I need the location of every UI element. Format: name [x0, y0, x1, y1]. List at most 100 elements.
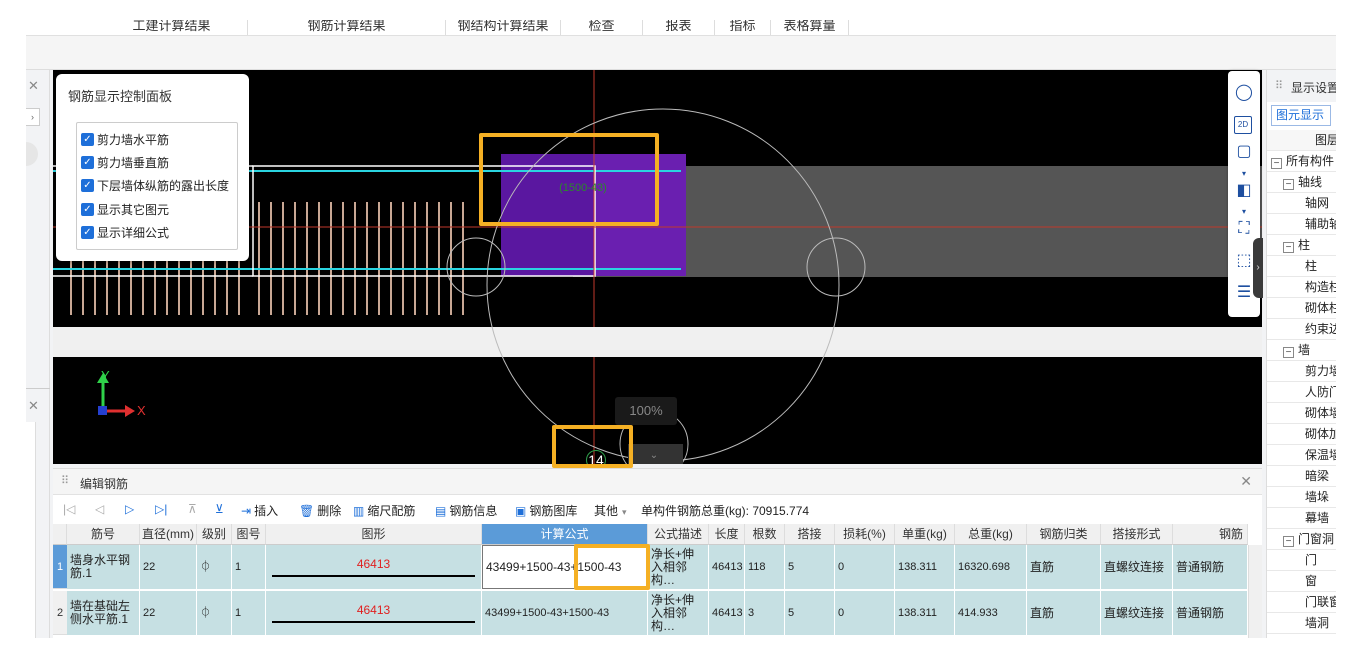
- cell-grade[interactable]: ⏀: [197, 545, 232, 589]
- expand-arrow-icon[interactable]: ›: [26, 108, 40, 126]
- cell-grade[interactable]: ⏀: [197, 591, 232, 635]
- tree-item[interactable]: − 所有构件: [1267, 151, 1336, 172]
- row-number[interactable]: 2: [53, 591, 67, 635]
- cell-formula-desc[interactable]: 净长+伸入相邻构…: [648, 545, 709, 589]
- drag-handle-icon[interactable]: ⠿: [1275, 79, 1283, 92]
- cell-lap-type[interactable]: 直螺纹连接: [1101, 545, 1173, 589]
- collapse-toggle-icon[interactable]: −: [1283, 242, 1294, 253]
- sphere-view-icon[interactable]: ◯: [1234, 83, 1254, 103]
- collapse-right-icon[interactable]: ›: [1253, 238, 1263, 298]
- cell-formula-desc[interactable]: 净长+伸入相邻构…: [648, 591, 709, 635]
- tree-item[interactable]: 构造柱: [1267, 277, 1336, 298]
- menu-index[interactable]: 指标: [715, 20, 771, 35]
- col-header-diameter[interactable]: 直径(mm): [140, 524, 197, 545]
- tree-item[interactable]: 门: [1267, 550, 1336, 571]
- tree-item[interactable]: 砌体加筋: [1267, 424, 1336, 445]
- collapse-toggle-icon[interactable]: −: [1283, 347, 1294, 358]
- close-icon-2[interactable]: ✕: [28, 398, 39, 414]
- checkbox-checked-icon[interactable]: ✓: [81, 225, 94, 239]
- checkbox-checked-icon[interactable]: ✓: [81, 202, 94, 216]
- select-cube-icon[interactable]: ⬚: [1234, 251, 1254, 271]
- cell-category[interactable]: 直筋: [1027, 591, 1101, 635]
- tree-item[interactable]: 保温墙: [1267, 445, 1336, 466]
- tree-item[interactable]: 墙洞: [1267, 613, 1336, 634]
- cell-total-weight[interactable]: 414.933: [955, 591, 1027, 635]
- col-header-loss[interactable]: 损耗(%): [835, 524, 895, 545]
- col-header-rebar-type[interactable]: 钢筋: [1173, 524, 1248, 545]
- cell-figure-number[interactable]: 1: [232, 591, 266, 635]
- cell-length[interactable]: 46413: [709, 591, 745, 635]
- tree-item[interactable]: 窗: [1267, 571, 1336, 592]
- table-scrollbar[interactable]: [1248, 545, 1262, 638]
- cell-loss[interactable]: 0: [835, 591, 895, 635]
- cell-unit-weight[interactable]: 138.311: [895, 545, 955, 589]
- properties-icon[interactable]: ☰: [1234, 283, 1254, 303]
- cube-wire-icon[interactable]: ▢: [1234, 142, 1254, 162]
- checkbox-checked-icon[interactable]: ✓: [81, 155, 94, 169]
- cell-length[interactable]: 46413: [709, 545, 745, 589]
- cell-figure-number[interactable]: 1: [232, 545, 266, 589]
- col-header-category[interactable]: 钢筋归类: [1027, 524, 1101, 545]
- tree-item[interactable]: 砌体墙: [1267, 403, 1336, 424]
- checkbox-checked-icon[interactable]: ✓: [81, 132, 94, 146]
- cell-formula-editing[interactable]: 43499+1500-43+1500-43: [482, 545, 648, 589]
- tree-item[interactable]: 幕墙: [1267, 508, 1336, 529]
- tree-item[interactable]: 暗梁: [1267, 466, 1336, 487]
- tree-item[interactable]: 柱: [1267, 256, 1336, 277]
- tree-item[interactable]: 剪力墙: [1267, 361, 1336, 382]
- cell-count[interactable]: 3: [745, 591, 785, 635]
- col-header-length[interactable]: 长度: [709, 524, 745, 545]
- cell-lap[interactable]: 5: [785, 545, 835, 589]
- col-header-total-weight[interactable]: 总重(kg): [955, 524, 1027, 545]
- 2d-view-icon[interactable]: 2D: [1234, 116, 1252, 134]
- option-lower-wall-exposed-length[interactable]: ✓ 下层墙体纵筋的露出长度: [81, 176, 229, 194]
- cell-loss[interactable]: 0: [835, 545, 895, 589]
- col-header-shape[interactable]: 图形: [266, 524, 482, 545]
- move-up-icon[interactable]: ⊼: [188, 502, 197, 516]
- cell-shape[interactable]: 46413: [266, 591, 482, 635]
- page-number[interactable]: 14: [586, 450, 606, 470]
- other-dropdown[interactable]: 其他 ▾: [594, 502, 627, 519]
- last-record-icon[interactable]: ▷|: [155, 502, 167, 516]
- cell-lap[interactable]: 5: [785, 591, 835, 635]
- cell-count[interactable]: 118: [745, 545, 785, 589]
- next-record-icon[interactable]: ▷: [125, 502, 134, 516]
- tree-item[interactable]: 人防门框墙: [1267, 382, 1336, 403]
- tree-item[interactable]: 砌体柱: [1267, 298, 1336, 319]
- tree-item[interactable]: − 门窗洞: [1267, 529, 1336, 550]
- rebar-library-button[interactable]: ▣ 钢筋图库: [515, 502, 577, 519]
- col-header-lap[interactable]: 搭接: [785, 524, 835, 545]
- tree-item[interactable]: − 墙: [1267, 340, 1336, 361]
- menu-civil-results[interactable]: 工建计算结果: [96, 20, 248, 35]
- previous-record-icon[interactable]: ◁: [95, 502, 104, 516]
- fit-view-icon[interactable]: ⛶: [1234, 219, 1254, 239]
- tree-item[interactable]: 辅助轴线: [1267, 214, 1336, 235]
- cell-rebar-type[interactable]: 普通钢筋: [1173, 591, 1248, 635]
- menu-steel-results[interactable]: 钢结构计算结果: [446, 20, 561, 35]
- drag-handle-icon[interactable]: ⠿: [61, 474, 69, 487]
- cell-total-weight[interactable]: 16320.698: [955, 545, 1027, 589]
- first-record-icon[interactable]: |◁: [63, 502, 75, 516]
- collapse-toggle-icon[interactable]: −: [1283, 536, 1294, 547]
- option-shear-wall-vertical[interactable]: ✓ 剪力墙垂直筋: [81, 153, 169, 171]
- col-header-formula-desc[interactable]: 公式描述: [648, 524, 709, 545]
- col-header-figure-number[interactable]: 图号: [232, 524, 266, 545]
- menu-table-quantity[interactable]: 表格算量: [771, 20, 849, 35]
- close-icon[interactable]: ✕: [1240, 473, 1252, 490]
- cell-category[interactable]: 直筋: [1027, 545, 1101, 589]
- collapse-toggle-icon[interactable]: −: [1271, 158, 1282, 169]
- cell-rebar-type[interactable]: 普通钢筋: [1173, 545, 1248, 589]
- col-header-formula[interactable]: 计算公式: [482, 524, 648, 545]
- cell-shape[interactable]: 46413: [266, 545, 482, 589]
- cell-lap-type[interactable]: 直螺纹连接: [1101, 591, 1173, 635]
- cell-formula[interactable]: 43499+1500-43+1500-43: [482, 591, 648, 635]
- tree-item[interactable]: − 柱: [1267, 235, 1336, 256]
- insert-button[interactable]: ⇥ 插入: [241, 502, 278, 519]
- option-shear-wall-horizontal[interactable]: ✓ 剪力墙水平筋: [81, 130, 169, 148]
- col-header-lap-type[interactable]: 搭接形式: [1101, 524, 1173, 545]
- option-show-other-elements[interactable]: ✓ 显示其它图元: [81, 200, 169, 218]
- tree-item[interactable]: 门联窗: [1267, 592, 1336, 613]
- cube-solid-icon[interactable]: ◧: [1234, 181, 1254, 201]
- option-show-detailed-formula[interactable]: ✓ 显示详细公式: [81, 223, 169, 241]
- checkbox-checked-icon[interactable]: ✓: [81, 178, 94, 192]
